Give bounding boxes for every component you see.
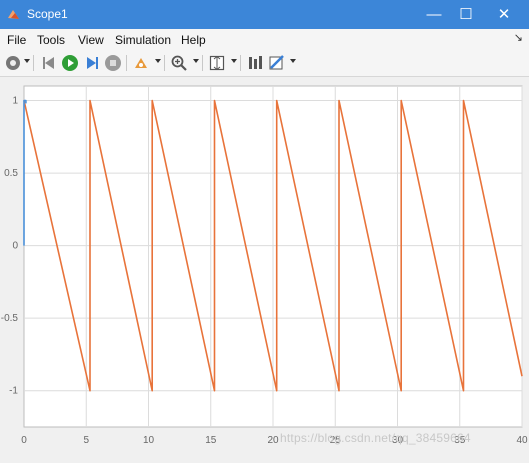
menu-tools[interactable]: Tools <box>37 33 65 47</box>
fit-dropdown-icon[interactable] <box>231 59 237 63</box>
settings-icon[interactable] <box>4 54 22 72</box>
window-title: Scope1 <box>27 7 68 21</box>
y-tick-label: 0.5 <box>4 168 18 179</box>
cursor-icon[interactable] <box>246 54 264 72</box>
x-tick-label: 10 <box>143 435 155 446</box>
highlight-icon[interactable] <box>132 54 150 72</box>
menu-view[interactable]: View <box>78 33 104 47</box>
maximize-button[interactable]: ☐ <box>447 0 485 29</box>
menu-simulation[interactable]: Simulation <box>115 33 171 47</box>
x-tick-label: 15 <box>205 435 217 446</box>
y-tick-label: 0 <box>12 241 18 252</box>
x-tick-label: 5 <box>83 435 89 446</box>
y-tick-label: -0.5 <box>1 313 19 324</box>
plot-area: 0 5 10 15 20 25 30 35 40 1 0.5 0 -0.5 -1 <box>0 77 529 458</box>
toolbar-separator <box>202 55 203 71</box>
y-tick-label: -1 <box>9 386 18 397</box>
close-button[interactable]: ✕ <box>485 0 523 29</box>
toolbar-separator <box>126 55 127 71</box>
x-tick-label: 20 <box>267 435 279 446</box>
zoom-dropdown-icon[interactable] <box>193 59 199 63</box>
style-dropdown-icon[interactable] <box>290 59 296 63</box>
menu-bar: File Tools View Simulation Help ↘ <box>0 29 529 50</box>
toolbar-separator <box>240 55 241 71</box>
highlight-dropdown-icon[interactable] <box>155 59 161 63</box>
fit-icon[interactable] <box>208 54 226 72</box>
x-tick-label: 0 <box>21 435 27 446</box>
scope-chart[interactable]: 0 5 10 15 20 25 30 35 4010.50-0.5-1 <box>0 77 529 458</box>
x-tick-label: 40 <box>516 435 528 446</box>
y-tick-label: 1 <box>12 96 18 107</box>
watermark: https://blog.csdn.net/qq_38459664 <box>280 431 471 445</box>
toolbar <box>0 50 529 77</box>
style-icon[interactable] <box>268 54 286 72</box>
menu-file[interactable]: File <box>7 33 26 47</box>
zoom-icon[interactable] <box>170 54 188 72</box>
run-icon[interactable] <box>61 54 79 72</box>
title-bar: Scope1 — ☐ ✕ <box>0 0 529 29</box>
step-back-icon[interactable] <box>40 54 58 72</box>
step-forward-icon[interactable] <box>83 54 101 72</box>
toolbar-separator <box>33 55 34 71</box>
dock-arrow-icon[interactable]: ↘ <box>514 31 523 44</box>
stop-icon[interactable] <box>104 54 122 72</box>
toolbar-separator <box>164 55 165 71</box>
menu-help[interactable]: Help <box>181 33 206 47</box>
matlab-icon <box>8 10 19 19</box>
settings-dropdown-icon[interactable] <box>24 59 30 63</box>
